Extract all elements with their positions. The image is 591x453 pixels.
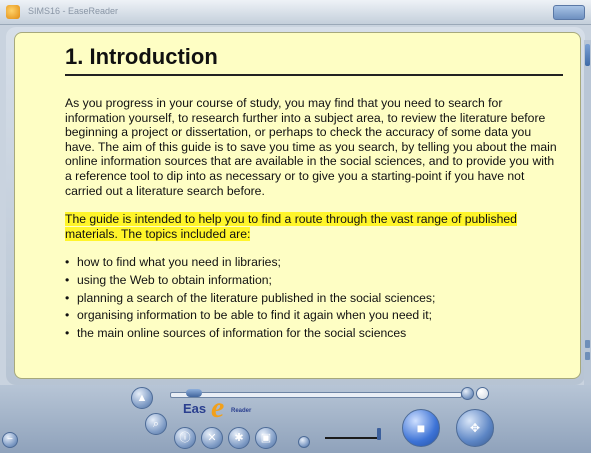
logo-text-e: e — [211, 391, 225, 424]
document-content: 1. Introduction As you progress in your … — [65, 43, 563, 343]
info-icon[interactable]: ⓘ — [174, 427, 196, 449]
logo-text-eas: Eas — [183, 401, 207, 416]
volume-slider[interactable] — [325, 437, 379, 439]
stop-icon[interactable]: ■ — [402, 409, 440, 447]
eject-up-icon[interactable]: ▲ — [131, 387, 153, 409]
logo-text-reader: Reader — [231, 408, 252, 414]
scroll-up-arrow-icon[interactable] — [585, 340, 590, 348]
list-item: planning a search of the literature publ… — [65, 291, 563, 306]
intro-paragraph: As you progress in your course of study,… — [65, 96, 557, 198]
highlighted-paragraph: The guide is intended to help you to fin… — [65, 212, 563, 241]
gear-icon[interactable]: ✱ — [228, 427, 250, 449]
list-item: using the Web to obtain information; — [65, 273, 563, 288]
window-buttons-icon[interactable] — [553, 5, 585, 20]
toggle-right-icon[interactable] — [476, 387, 489, 400]
toggle-left-icon[interactable] — [461, 387, 474, 400]
volume-slider-thumb[interactable] — [377, 428, 381, 440]
page-title: 1. Introduction — [65, 43, 563, 76]
list-item: how to find what you need in libraries; — [65, 255, 563, 270]
topic-list: how to find what you need in libraries; … — [65, 255, 563, 340]
scroll-down-arrow-icon[interactable] — [585, 352, 590, 360]
app-icon — [6, 5, 20, 19]
easereader-logo: Eas e Reader — [183, 391, 273, 424]
list-item: organising information to be able to fin… — [65, 308, 563, 323]
document-page: 1. Introduction As you progress in your … — [14, 32, 581, 379]
title-bar: SIMS16 - EaseReader — [0, 0, 591, 25]
highlighted-text: The guide is intended to help you to fin… — [65, 212, 517, 241]
list-item: the main online sources of information f… — [65, 326, 563, 341]
tools-icon[interactable]: ✕ — [201, 427, 223, 449]
vertical-scrollbar[interactable] — [584, 40, 591, 385]
window-title: SIMS16 - EaseReader — [28, 6, 119, 16]
scrollbar-thumb[interactable] — [585, 44, 590, 66]
collapse-icon[interactable]: − — [2, 432, 18, 448]
navigation-pad-icon[interactable]: ✥ — [456, 409, 494, 447]
magnifier-icon[interactable]: ⌕ — [145, 413, 167, 435]
volume-down-icon[interactable] — [298, 436, 310, 448]
bookmark-icon[interactable]: ▣ — [255, 427, 277, 449]
